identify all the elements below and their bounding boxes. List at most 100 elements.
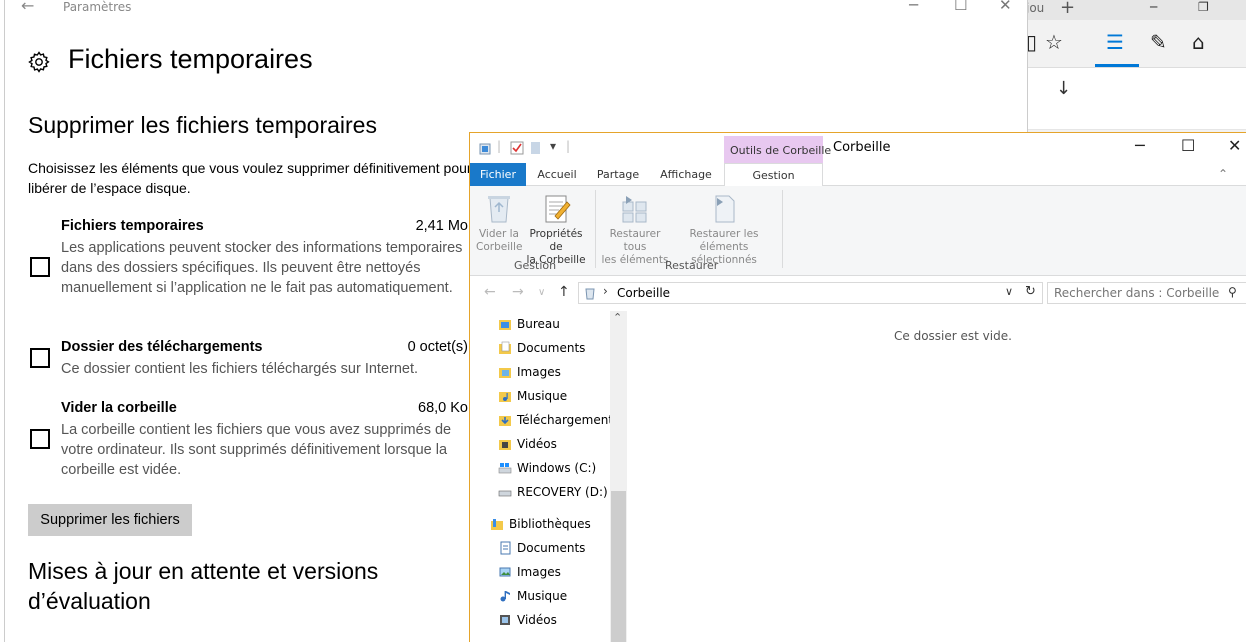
qa-separator: | <box>566 139 571 153</box>
qa-separator: | <box>497 139 502 153</box>
settings-minimize-icon[interactable]: ─ <box>909 0 918 14</box>
music-folder-icon <box>499 392 511 402</box>
collapse-ribbon-icon[interactable]: ⌃ <box>1218 167 1228 181</box>
search-input[interactable] <box>1054 285 1224 301</box>
download-icon[interactable]: ↓ <box>1056 78 1071 99</box>
desktop-folder-icon <box>499 320 511 330</box>
nav-label: Documents <box>517 341 586 355</box>
recent-locations-icon[interactable]: ∨ <box>538 287 545 298</box>
tab-home[interactable]: Accueil <box>528 163 586 186</box>
restore-all-button[interactable]: Restaurer tous les éléments <box>598 192 672 267</box>
up-nav-icon[interactable]: ↑ <box>558 284 570 300</box>
empty-recycle-bin-button[interactable]: Vider la Corbeille <box>476 192 522 254</box>
button-label: Restaurer les <box>689 228 759 240</box>
recycle-bin-small-icon <box>585 288 595 300</box>
gear-icon <box>28 51 50 73</box>
refresh-icon[interactable]: ↻ <box>1025 284 1036 299</box>
option-description: Ce dossier contient les fichiers télécha… <box>61 361 419 377</box>
option-description: Les applications peuvent stocker des inf… <box>61 240 463 296</box>
button-label: les éléments <box>601 254 669 266</box>
nav-label: Vidéos <box>517 437 557 451</box>
nav-label: Windows (C:) <box>517 461 597 475</box>
option-title: Fichiers temporaires <box>61 218 204 234</box>
downloads-checkbox[interactable] <box>30 348 50 368</box>
forward-nav-icon[interactable]: → <box>512 284 524 300</box>
properties-icon <box>545 195 571 223</box>
restore-all-icon <box>622 196 647 223</box>
scrollbar-thumb[interactable] <box>611 491 626 642</box>
hub-active-indicator <box>1095 64 1139 67</box>
windows-drive-icon <box>498 463 512 474</box>
temp-files-option: Fichiers temporaires 2,41 Mo Les applica… <box>28 218 468 318</box>
back-arrow-icon[interactable]: ← <box>21 0 34 15</box>
nav-label: Documents <box>517 541 586 555</box>
ribbon-separator <box>782 190 783 268</box>
edge-tab-bar: jou + ─ ❐ <box>1020 0 1246 20</box>
new-folder-qa-icon[interactable] <box>530 141 542 155</box>
properties-qa-icon[interactable] <box>510 141 524 155</box>
recycle-bin-small-icon <box>479 143 491 155</box>
drive-icon <box>498 490 512 497</box>
temp-files-checkbox[interactable] <box>30 257 50 277</box>
button-label: Corbeille <box>476 241 523 253</box>
edge-toolbar: ▯ ☆ ☰ ✎ ⌂ <box>1020 20 1246 68</box>
restore-selected-button[interactable]: Restaurer les éléments sélectionnés <box>672 192 776 267</box>
nav-label: RECOVERY (D:) <box>517 485 608 499</box>
explorer-maximize-icon[interactable]: ☐ <box>1181 136 1195 155</box>
restore-selected-icon <box>715 195 735 223</box>
file-explorer-window: | ▾ | Outils de Corbeille Corbeille ─ ☐ … <box>469 132 1246 642</box>
page-title: Fichiers temporaires <box>68 44 313 74</box>
settings-maximize-icon[interactable]: ☐ <box>954 0 967 14</box>
downloads-folder-icon <box>499 416 511 426</box>
explorer-window-title: Corbeille <box>833 140 891 155</box>
search-box[interactable]: ⚲ <box>1047 282 1246 304</box>
tab-view[interactable]: Affichage <box>650 163 722 186</box>
group-label-restore: Restaurer <box>665 259 719 272</box>
nav-label: Bibliothèques <box>509 517 591 531</box>
settings-app-title: Paramètres <box>63 0 132 14</box>
music-library-icon <box>500 591 510 602</box>
minimize-icon[interactable]: ─ <box>1150 0 1157 14</box>
qa-dropdown-icon[interactable]: ▾ <box>550 139 556 153</box>
address-dropdown-icon[interactable]: ∨ <box>1005 285 1013 298</box>
recycle-bin-option: Vider la corbeille 68,0 Ko La corbeille … <box>28 400 468 480</box>
nav-label: Images <box>517 565 561 579</box>
scroll-up-icon[interactable]: ⌃ <box>613 311 622 324</box>
web-note-icon[interactable]: ✎ <box>1150 30 1167 54</box>
tab-manage[interactable]: Gestion <box>724 163 823 187</box>
recycle-bin-properties-button[interactable]: Propriétés de la Corbeille <box>522 192 590 267</box>
share-icon[interactable]: ⌂ <box>1192 30 1205 54</box>
tab-share[interactable]: Partage <box>588 163 648 186</box>
ribbon-tab-bar: Fichier Accueil Partage Affichage Gestio… <box>470 163 1246 187</box>
section-title: Supprimer les fichiers temporaires <box>28 112 377 138</box>
images-folder-icon <box>499 368 511 378</box>
edge-hub-panel: ↓ <box>1020 68 1246 130</box>
ribbon: Vider la Corbeille Propriétés de la Corb… <box>470 186 1246 276</box>
tab-file[interactable]: Fichier <box>470 163 526 186</box>
hub-icon[interactable]: ☰ <box>1106 30 1124 54</box>
videos-library-icon <box>500 615 510 625</box>
delete-files-button[interactable]: Supprimer les fichiers <box>28 504 192 536</box>
address-bar[interactable]: › Corbeille ∨ ↻ <box>578 282 1043 304</box>
back-nav-icon[interactable]: ← <box>484 284 496 300</box>
group-label-manage: Gestion <box>514 259 557 272</box>
explorer-minimize-icon[interactable]: ─ <box>1135 136 1145 155</box>
explorer-titlebar: | ▾ | Outils de Corbeille Corbeille ─ ☐ … <box>470 133 1246 163</box>
next-section-title: Mises à jour en attente et versions d’év… <box>28 558 379 614</box>
search-icon[interactable]: ⚲ <box>1228 285 1237 299</box>
recycle-bin-checkbox[interactable] <box>30 429 50 449</box>
documents-library-icon <box>500 541 511 555</box>
nav-label: Téléchargements <box>517 413 620 427</box>
option-title: Dossier des téléchargements <box>61 339 263 355</box>
navigation-scrollbar[interactable]: ⌃ <box>610 311 627 642</box>
breadcrumb[interactable]: Corbeille <box>617 286 670 300</box>
explorer-close-icon[interactable]: ✕ <box>1228 136 1241 155</box>
restore-icon[interactable]: ❐ <box>1198 0 1209 14</box>
documents-folder-icon <box>499 341 511 354</box>
downloads-option: Dossier des téléchargements 0 octet(s) C… <box>28 339 468 381</box>
desktop: jou + ─ ❐ ▯ ☆ ☰ ✎ ⌂ ↓ ← Paramètres ─ ☐ ✕ <box>0 0 1246 642</box>
recycle-bin-icon <box>488 196 510 223</box>
favorite-star-icon[interactable]: ☆ <box>1045 30 1063 54</box>
settings-close-icon[interactable]: ✕ <box>999 0 1012 14</box>
new-tab-icon[interactable]: + <box>1060 0 1075 18</box>
